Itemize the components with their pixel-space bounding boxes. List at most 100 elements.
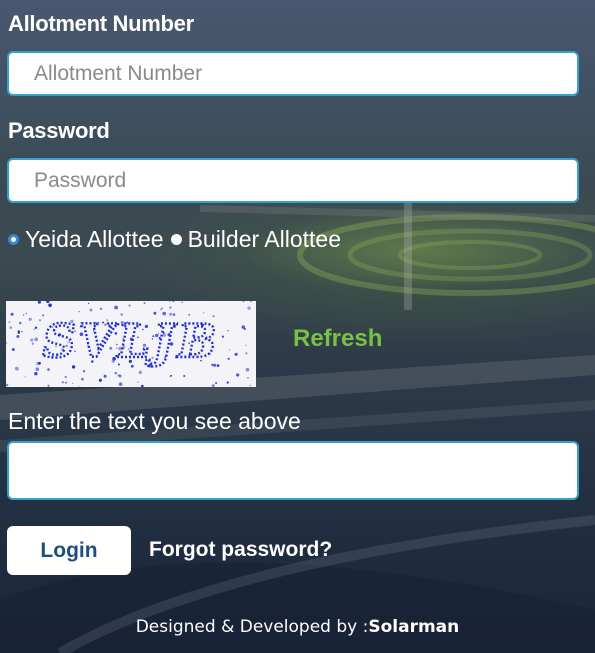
captcha-noise-dot (114, 332, 118, 335)
captcha-noise-dot (186, 327, 188, 330)
captcha-noise-dot (162, 333, 167, 337)
captcha-noise-dot (65, 344, 68, 348)
builder-allottee-label[interactable]: Builder Allottee (188, 226, 341, 253)
login-panel: Allotment Number Password Yeida Allottee… (0, 0, 595, 653)
captcha-noise-dot (30, 338, 34, 342)
captcha-noise-dot (138, 370, 142, 375)
captcha-noise-dot (124, 336, 127, 338)
captcha-noise-dot (122, 337, 125, 340)
captcha-noise-dot (114, 305, 118, 310)
captcha-noise-dot (247, 376, 249, 379)
captcha-noise-dot (208, 352, 211, 356)
builder-allottee-radio[interactable] (170, 234, 182, 245)
captcha-noise-dot (242, 300, 245, 303)
captcha-noise-dot (181, 301, 183, 304)
captcha-noise-dot (249, 384, 252, 387)
captcha-noise-dot (9, 326, 13, 329)
captcha-noise-dot (172, 313, 176, 316)
yeida-allottee-radio[interactable] (8, 234, 19, 245)
captcha-noise-dot (245, 367, 250, 372)
footer-credit-prefix: Designed & Developed by : (135, 617, 369, 637)
captcha-noise-dot (188, 314, 190, 316)
captcha-noise-dot (4, 341, 8, 345)
captcha-noise-dot (226, 381, 229, 384)
captcha-noise-dot (213, 363, 217, 367)
allotment-number-input[interactable] (7, 51, 579, 96)
captcha-noise-dot (118, 382, 123, 386)
captcha-noise-dot (70, 319, 74, 323)
captcha-noise-dot (137, 381, 139, 383)
captcha-text: SVLJB (43, 314, 220, 368)
captcha-noise-dot (221, 335, 224, 338)
captcha-noise-dot (250, 300, 252, 303)
captcha-noise-dot (10, 312, 14, 316)
captcha-noise-dot (55, 345, 57, 348)
captcha-noise-dot (139, 324, 142, 326)
captcha-noise-dot (61, 348, 65, 351)
captcha-noise-dot (21, 330, 23, 333)
captcha-noise-dot (71, 365, 76, 369)
captcha-noise-dot (200, 359, 202, 362)
login-button[interactable]: Login (7, 526, 131, 575)
captcha-noise-dot (164, 356, 167, 359)
captcha-noise-dot (245, 344, 247, 346)
forgot-password-link[interactable]: Forgot password? (149, 538, 332, 562)
captcha-noise-dot (158, 336, 161, 340)
captcha-noise-dot (188, 342, 191, 345)
captcha-noise-dot (72, 382, 74, 384)
yeida-allottee-label[interactable]: Yeida Allottee (25, 226, 164, 253)
captcha-noise-dot (79, 386, 81, 388)
captcha-noise-dot (144, 349, 146, 351)
captcha-noise-dot (117, 363, 120, 366)
footer-credit: Designed & Developed by :Solarman (0, 617, 595, 637)
captcha-noise-dot (128, 304, 131, 307)
captcha-noise-dot (38, 319, 42, 322)
captcha-noise-dot (16, 335, 20, 338)
captcha-noise-dot (67, 341, 69, 344)
captcha-noise-dot (74, 330, 76, 333)
captcha-noise-dot (19, 321, 22, 325)
captcha-noise-dot (93, 330, 95, 332)
captcha-noise-dot (245, 352, 248, 355)
captcha-noise-dot (33, 328, 35, 330)
captcha-noise-dot (120, 321, 124, 325)
captcha-noise-dot (65, 381, 67, 384)
captcha-noise-dot (216, 364, 220, 367)
captcha-noise-dot (151, 338, 154, 340)
captcha-noise-dot (169, 375, 172, 378)
captcha-noise-dot (234, 352, 238, 356)
captcha-noise-dot (31, 342, 34, 345)
captcha-noise-dot (183, 374, 186, 378)
captcha-input[interactable] (7, 441, 579, 500)
captcha-noise-dot (61, 381, 64, 384)
captcha-noise-dot (58, 333, 62, 337)
captcha-noise-dot (127, 348, 130, 350)
captcha-noise-dot (142, 343, 147, 347)
captcha-noise-dot (46, 299, 50, 303)
captcha-noise-dot (37, 300, 41, 304)
captcha-noise-dot (172, 324, 177, 328)
captcha-noise-dot (8, 321, 11, 323)
captcha-noise-dot (98, 378, 102, 382)
captcha-noise-dot (247, 306, 251, 310)
captcha-noise-dot (212, 315, 215, 318)
captcha-noise-dot (11, 348, 15, 351)
captcha-noise-dot (35, 367, 40, 371)
captcha-hint-label: Enter the text you see above (8, 408, 301, 434)
password-label: Password (8, 118, 110, 143)
captcha-noise-dot (14, 366, 19, 371)
captcha-noise-dot (117, 374, 120, 377)
captcha-noise-dot (160, 308, 162, 311)
captcha-noise-dot (78, 310, 80, 313)
captcha-noise-dot (114, 371, 117, 375)
captcha-noise-dot (47, 303, 49, 305)
password-input[interactable] (7, 158, 579, 203)
captcha-noise-dot (140, 384, 144, 388)
captcha-image: SVLJB (4, 299, 256, 388)
refresh-captcha-link[interactable]: Refresh (293, 325, 382, 353)
captcha-noise-dot (89, 308, 93, 312)
captcha-noise-dot (228, 349, 231, 351)
captcha-noise-dot (25, 312, 28, 315)
captcha-noise-dot (42, 314, 45, 317)
captcha-noise-dot (157, 333, 160, 335)
